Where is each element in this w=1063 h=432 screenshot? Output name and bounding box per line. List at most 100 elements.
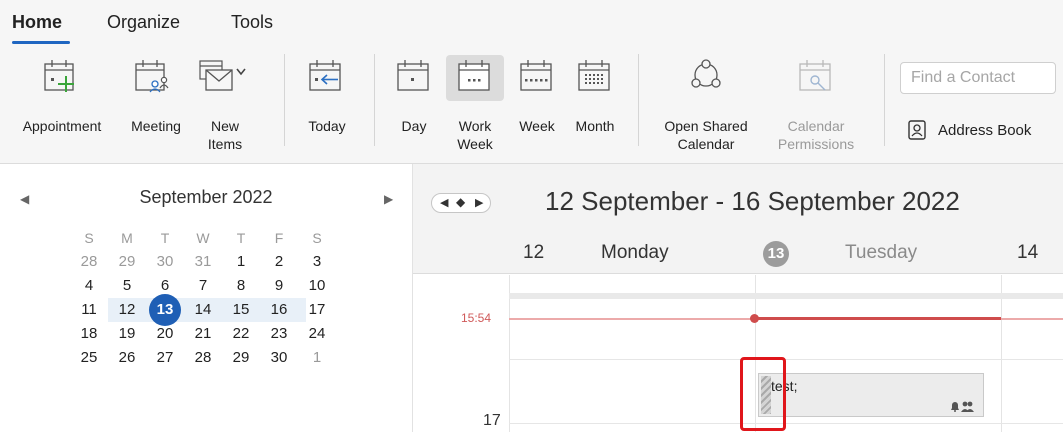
ribbon-divider <box>884 54 885 146</box>
tab-home[interactable]: Home <box>12 12 62 33</box>
next-month-arrow-icon[interactable]: ▶ <box>384 192 393 206</box>
new-items-button[interactable]: New Items <box>194 44 256 162</box>
mini-calendar-day[interactable]: 12 <box>116 298 138 322</box>
current-time-label: 15:54 <box>461 311 492 325</box>
hour-label: 17 <box>483 412 501 429</box>
work-week-label-line2: Week <box>457 136 493 152</box>
mini-calendar-day[interactable]: 1 <box>306 346 328 370</box>
mini-calendar-day[interactable]: 25 <box>78 346 100 370</box>
calendar-header: ◀ ◆ ▶ 12 September - 16 September 2022 <box>413 164 1063 234</box>
mini-calendar-day[interactable]: 1 <box>230 250 252 274</box>
ribbon-divider <box>638 54 639 146</box>
mini-calendar-day[interactable]: 9 <box>268 274 290 298</box>
mini-calendar-day[interactable]: 8 <box>230 274 252 298</box>
mini-calendar-day[interactable]: 26 <box>116 346 138 370</box>
mini-calendar-day[interactable]: 21 <box>192 322 214 346</box>
mini-calendar-title: September 2022 <box>139 187 273 207</box>
prev-week-icon[interactable]: ◀ <box>440 196 448 209</box>
mini-calendar-day[interactable]: 10 <box>306 274 328 298</box>
mini-calendar-day[interactable]: 5 <box>116 274 138 298</box>
half-hour-line <box>509 359 1063 360</box>
mini-calendar-day[interactable]: 28 <box>192 346 214 370</box>
mini-calendar-day[interactable]: 28 <box>78 250 100 274</box>
calendar-view: ◀ ◆ ▶ 12 September - 16 September 2022 1… <box>413 164 1063 432</box>
attendees-bell-icon <box>951 401 974 412</box>
mini-calendar-day[interactable]: 31 <box>192 250 214 274</box>
all-day-band <box>509 293 1063 299</box>
mini-calendar-day[interactable]: 29 <box>116 250 138 274</box>
mini-calendar-day[interactable]: 24 <box>306 322 328 346</box>
day-view-button[interactable]: Day <box>386 44 442 162</box>
appointment-button[interactable]: Appointment <box>8 44 114 162</box>
day-number[interactable]: 14 <box>1017 242 1038 264</box>
work-week-view-button[interactable]: Work Week <box>446 44 504 162</box>
meeting-button[interactable]: Meeting <box>120 44 192 162</box>
mini-calendar-day[interactable]: 30 <box>154 250 176 274</box>
day-number[interactable]: 12 <box>523 242 544 264</box>
calendar-add-icon <box>44 60 74 92</box>
calendar-key-icon <box>799 60 831 91</box>
shared-calendar-icon <box>691 59 721 88</box>
mini-calendar-day[interactable]: 3 <box>306 250 328 274</box>
calendar-permissions-button[interactable]: Calendar Permissions <box>766 44 866 162</box>
open-shared-calendar-button[interactable]: Open Shared Calendar <box>650 44 762 162</box>
ribbon-divider <box>284 54 285 146</box>
tab-tools[interactable]: Tools <box>231 12 273 33</box>
current-time-dot <box>750 314 759 323</box>
weekday-header: F <box>274 230 284 246</box>
open-shared-label-line1: Open Shared <box>664 118 748 134</box>
today-day-number-badge[interactable]: 13 <box>763 241 789 267</box>
week-view-button[interactable]: Week <box>508 44 566 162</box>
mini-calendar-day[interactable]: 7 <box>192 274 214 298</box>
find-contact-input[interactable] <box>900 62 1056 94</box>
day-name[interactable]: Monday <box>601 242 669 264</box>
appointment-label: Appointment <box>22 118 102 134</box>
day-name[interactable]: Tuesday <box>845 242 917 264</box>
cal-perm-label-line1: Calendar <box>787 118 845 134</box>
calendar-week-icon <box>520 60 552 91</box>
ribbon-tabs: Home Organize Tools <box>0 0 1063 44</box>
mini-calendar-day[interactable]: 2 <box>268 250 290 274</box>
mini-calendar-day[interactable]: 16 <box>268 298 290 322</box>
mini-calendar-today[interactable]: 13 <box>149 294 181 326</box>
open-shared-label-line2: Calendar <box>677 136 735 152</box>
mini-calendar-day[interactable]: 30 <box>268 346 290 370</box>
week-view-label: Week <box>519 118 555 134</box>
work-week-label-line1: Work <box>458 118 492 134</box>
weekday-header-row: SMTWTFS <box>78 226 330 250</box>
calendar-event[interactable]: test; <box>758 373 984 417</box>
mini-calendar-day[interactable]: 23 <box>268 322 290 346</box>
mini-calendar-day[interactable]: 22 <box>230 322 252 346</box>
calendar-people-icon <box>135 60 169 93</box>
mini-calendar: ◀ September 2022 ▶ S M T W T F S 28 29 30 31 1 2 3 4 5 6… <box>0 164 412 432</box>
hour-line <box>509 423 1063 424</box>
week-row: 18 19 20 21 22 23 24 <box>78 322 330 346</box>
weekday-header: S <box>312 230 322 246</box>
week-row: 28 29 30 31 1 2 3 <box>78 250 330 274</box>
today-button[interactable]: Today <box>296 44 358 162</box>
mini-calendar-day[interactable]: 11 <box>78 298 100 322</box>
ribbon-divider <box>374 54 375 146</box>
mini-calendar-day[interactable]: 14 <box>192 298 214 322</box>
next-week-icon[interactable]: ▶ <box>475 196 483 209</box>
today-label: Today <box>308 118 346 134</box>
mini-calendar-day[interactable]: 15 <box>230 298 252 322</box>
calendar-today-arrow-icon <box>309 60 341 91</box>
address-book-button[interactable]: Address Book <box>908 120 1058 142</box>
mini-calendar-day[interactable]: 17 <box>306 298 328 322</box>
week-row: 11 12 13 14 15 16 17 <box>78 294 330 326</box>
mini-calendar-day[interactable]: 27 <box>154 346 176 370</box>
tab-organize[interactable]: Organize <box>107 12 180 33</box>
chevron-down-icon[interactable] <box>236 68 246 76</box>
go-to-today-diamond-icon[interactable]: ◆ <box>456 195 465 209</box>
meeting-label: Meeting <box>131 118 181 134</box>
mini-calendar-day[interactable]: 18 <box>78 322 100 346</box>
mini-calendar-day[interactable]: 19 <box>116 322 138 346</box>
date-range-title: 12 September - 16 September 2022 <box>545 186 960 216</box>
new-items-label-line2: Items <box>207 136 243 152</box>
date-navigation-control: ◀ ◆ ▶ <box>431 193 491 213</box>
mini-calendar-day[interactable]: 4 <box>78 274 100 298</box>
time-grid[interactable]: 15:54 17 test; <box>413 275 1063 432</box>
mini-calendar-day[interactable]: 29 <box>230 346 252 370</box>
month-view-button[interactable]: Month <box>566 44 624 162</box>
